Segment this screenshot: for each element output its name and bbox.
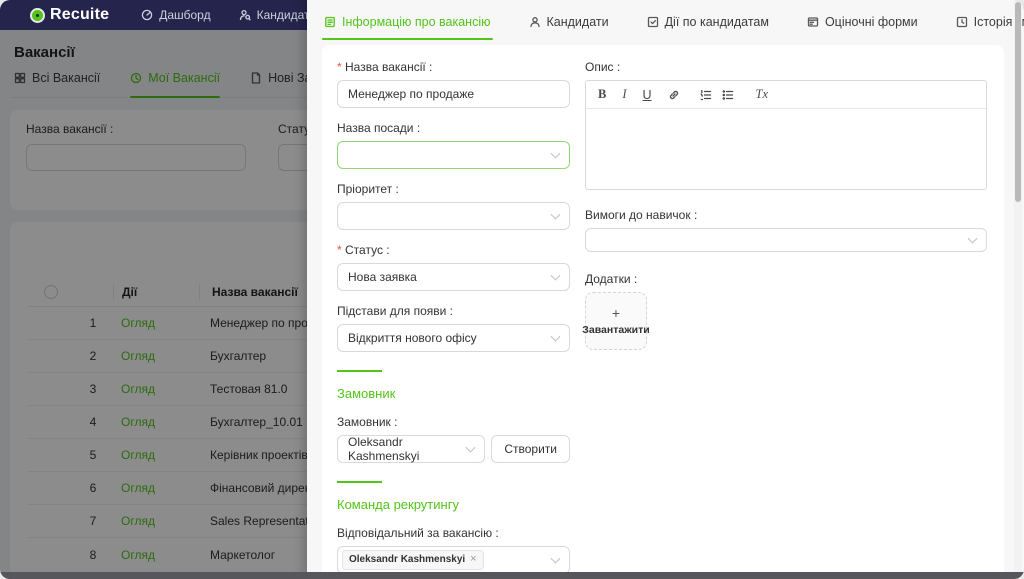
tab-label: Дії по кандидатам: [664, 15, 769, 29]
reason-value: Відкриття нового офісу: [348, 331, 477, 345]
link-icon[interactable]: [668, 89, 680, 101]
vacancy-name-label: Назва вакансії :: [337, 60, 570, 74]
user-tag: Oleksandr Kashmenskyi ×: [342, 550, 484, 570]
priority-select[interactable]: [337, 202, 570, 230]
ordered-list-icon[interactable]: [700, 89, 712, 101]
chevron-down-icon: [550, 148, 561, 159]
reason-select[interactable]: Відкриття нового офісу: [337, 324, 570, 352]
bullet-list-icon[interactable]: [722, 89, 734, 101]
section-divider: [337, 370, 382, 372]
form-icon: [807, 17, 819, 27]
profile-icon: [325, 16, 335, 28]
drawer-tabs: Інформацію про вакансію Кандидати Дії по…: [307, 0, 1024, 40]
bold-icon[interactable]: B: [598, 87, 606, 102]
tab-vacancy-info[interactable]: Інформацію про вакансію: [322, 5, 493, 40]
responsible-label: Відповідальний за вакансію :: [337, 526, 499, 540]
user-icon: [529, 17, 540, 28]
tab-evaluation-forms[interactable]: Оціночні форми: [805, 5, 920, 40]
vacancy-drawer: Інформацію про вакансію Кандидати Дії по…: [307, 0, 1024, 579]
status-select[interactable]: Нова заявка: [337, 263, 570, 291]
position-label: Назва посади :: [337, 121, 421, 135]
tag-label: Oleksandr Kashmenskyi: [349, 554, 466, 565]
editor-toolbar: B I U Tx: [586, 81, 986, 109]
tab-candidate-actions[interactable]: Дії по кандидатам: [645, 5, 771, 40]
create-customer-button[interactable]: Створити: [491, 435, 570, 463]
upload-button[interactable]: + Завантажити: [582, 292, 650, 350]
scrollbar-track[interactable]: [1014, 0, 1022, 579]
scrollbar-thumb[interactable]: [1015, 2, 1021, 202]
check-square-icon: [647, 16, 658, 28]
chevron-down-icon: [550, 209, 561, 220]
reason-label: Підстави для появи :: [337, 304, 453, 318]
priority-label: Пріоритет :: [337, 182, 399, 196]
customer-label: Замовник :: [337, 415, 398, 429]
dashboard-icon: [141, 9, 153, 21]
navbar-item-label: Дашборд: [159, 8, 211, 22]
description-label: Опис :: [585, 60, 621, 74]
attachments-label: Додатки :: [585, 272, 638, 286]
tab-label: Інформацію про вакансію: [342, 15, 491, 29]
tab-candidates[interactable]: Кандидати: [527, 5, 611, 40]
position-select[interactable]: [337, 141, 570, 169]
navbar-item-candidates[interactable]: Кандидати: [239, 8, 316, 22]
vacancy-name-value: Менеджер по продаже: [348, 87, 475, 101]
tab-label: Оціночні форми: [824, 15, 918, 29]
app-logo[interactable]: Recuite: [30, 6, 109, 24]
chevron-down-icon: [550, 553, 561, 564]
logo-text: Recuite: [50, 6, 110, 23]
history-icon: [956, 16, 967, 28]
plus-icon: +: [611, 305, 621, 321]
team-section-title: Команда рекрутингу: [337, 497, 459, 512]
customer-section-title: Замовник: [337, 386, 396, 401]
tab-label: Кандидати: [546, 15, 609, 29]
window-bottom-edge: [0, 572, 1024, 579]
italic-icon[interactable]: I: [622, 87, 626, 102]
description-editor[interactable]: B I U Tx: [585, 80, 987, 190]
chevron-down-icon: [967, 233, 978, 244]
section-divider: [337, 481, 382, 483]
skills-label: Вимоги до навичок :: [585, 208, 698, 222]
chevron-down-icon: [550, 270, 561, 281]
chevron-down-icon: [550, 331, 561, 342]
skills-select[interactable]: [585, 228, 987, 252]
candidate-search-icon: [239, 9, 251, 21]
underline-icon[interactable]: U: [643, 88, 652, 102]
status-label: Статус :: [337, 243, 570, 257]
customer-value: Oleksandr Kashmenskyi: [348, 435, 420, 463]
clear-format-icon[interactable]: Tx: [756, 87, 769, 102]
responsible-multiselect[interactable]: Oleksandr Kashmenskyi ×: [337, 546, 570, 574]
customer-select[interactable]: Oleksandr Kashmenskyi: [337, 435, 486, 463]
chevron-down-icon: [465, 442, 476, 453]
vacancy-name-input[interactable]: Менеджер по продаже: [337, 80, 570, 108]
app-window: Recuite Дашборд Кандидати Вакансії Всі В…: [0, 0, 1024, 579]
description-textarea[interactable]: [586, 109, 986, 189]
vacancy-form-card: Назва вакансії : Менеджер по продаже Наз…: [322, 45, 1004, 579]
status-value: Нова заявка: [348, 270, 417, 284]
navbar-item-dashboard[interactable]: Дашборд: [141, 8, 211, 22]
upload-label: Завантажити: [582, 324, 650, 336]
logo-icon: [30, 7, 45, 23]
remove-tag-icon[interactable]: ×: [470, 553, 476, 566]
